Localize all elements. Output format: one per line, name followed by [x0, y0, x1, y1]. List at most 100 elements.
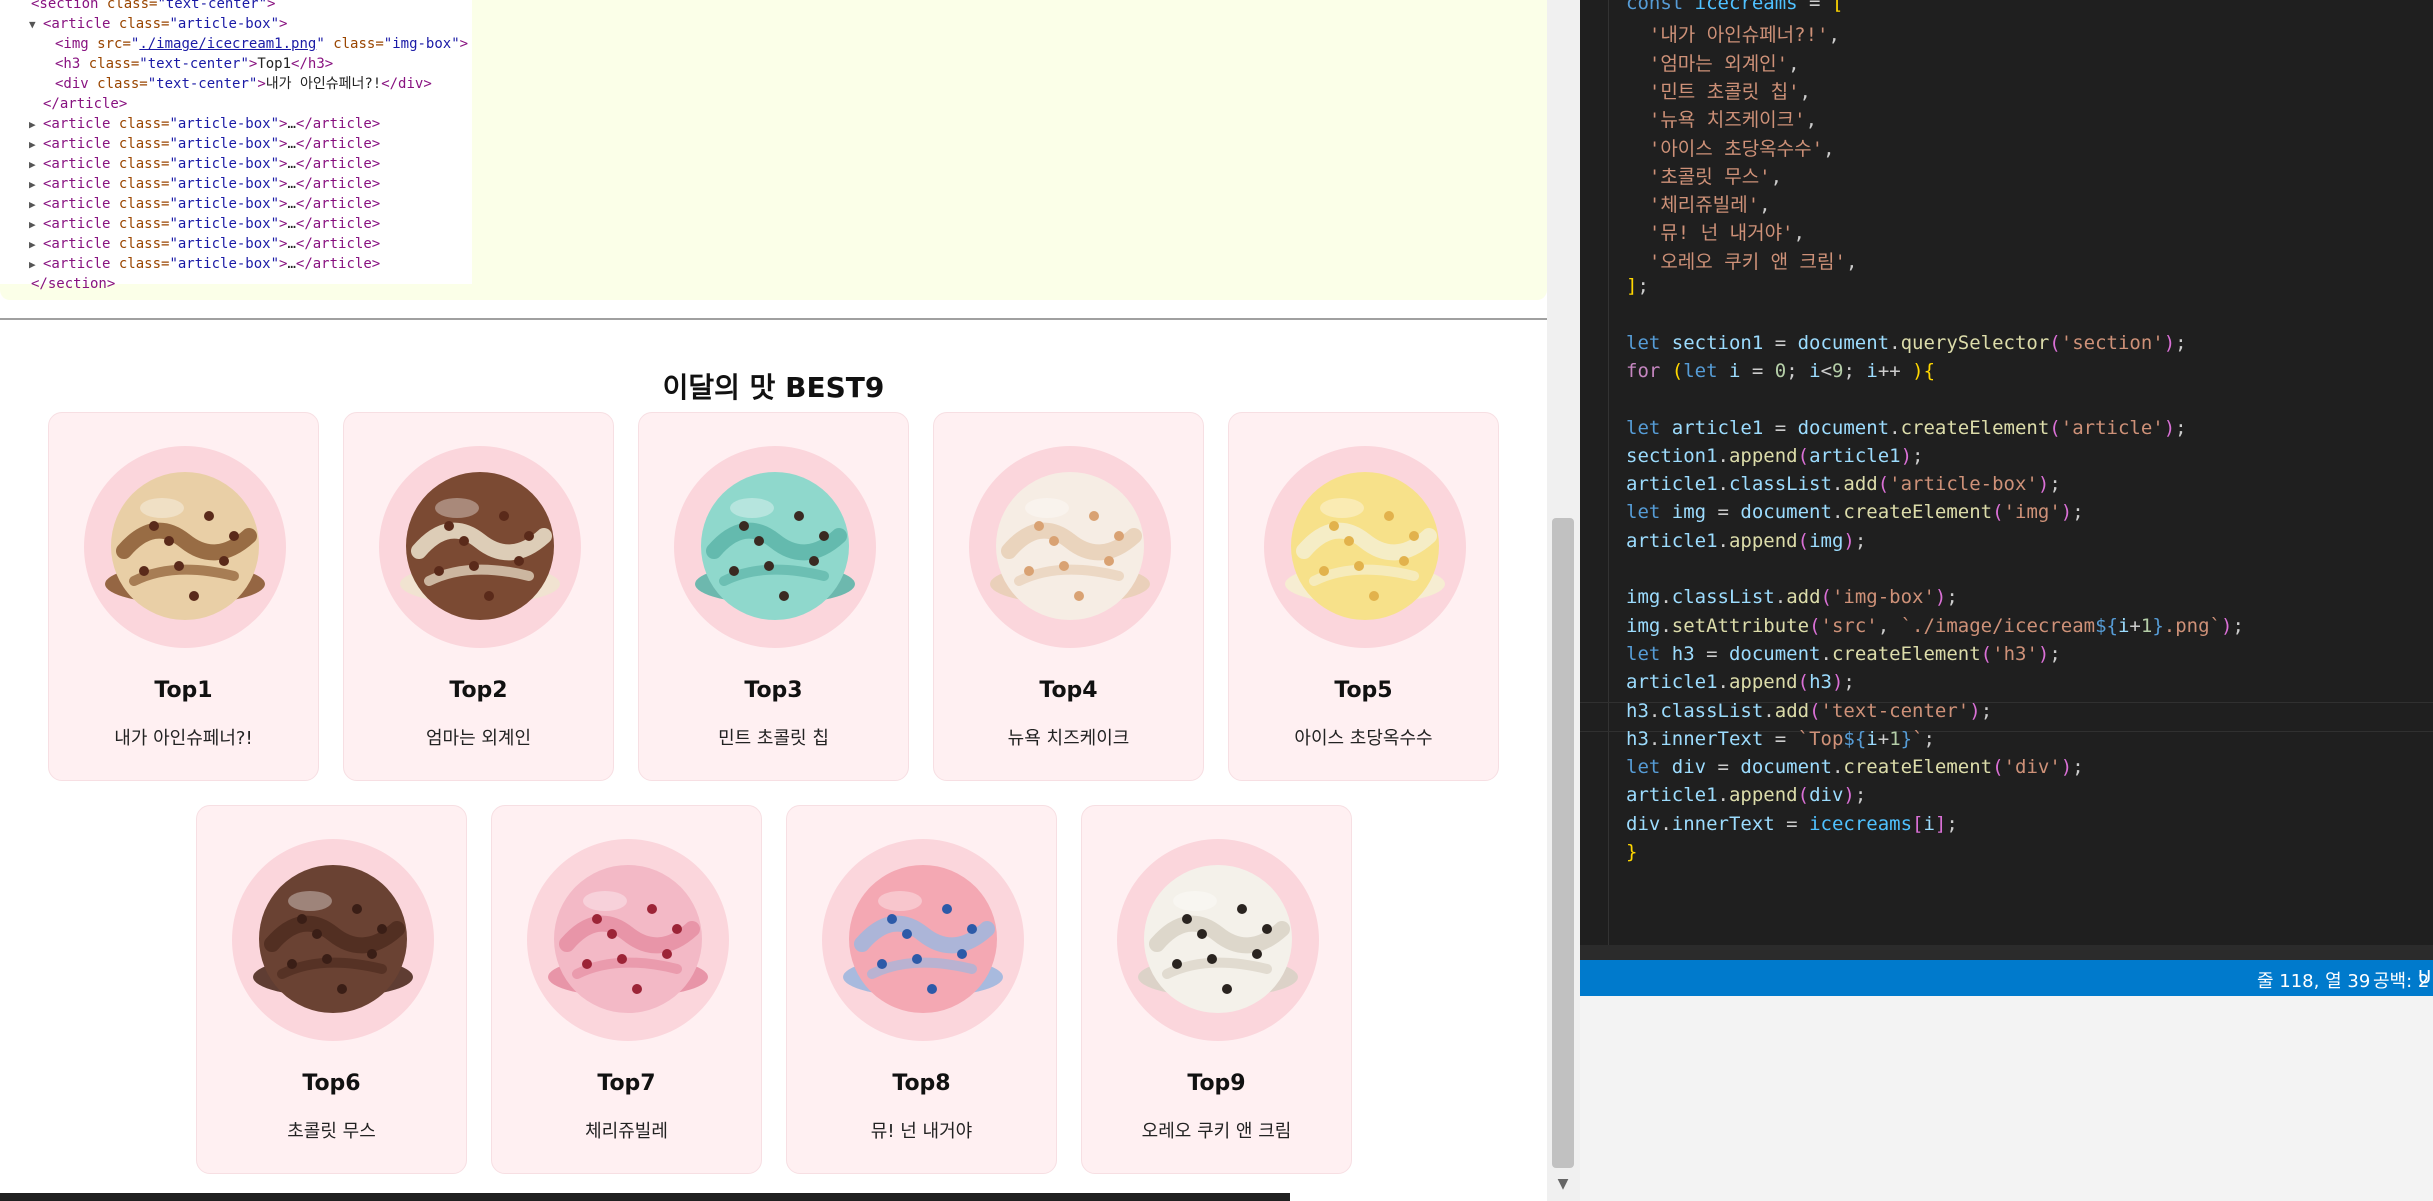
code-token: ( [1671, 359, 1684, 382]
tag-end: </article> [295, 196, 381, 212]
code-line[interactable]: section1.append(article1); [1626, 445, 1923, 467]
code-line[interactable]: let article1 = document.createElement('a… [1626, 417, 2187, 439]
code-line[interactable]: '내가 아인슈페너?!', [1626, 20, 1840, 47]
dom-node-line[interactable]: ▶ <article class="article-box">…</article… [29, 214, 380, 235]
code-line[interactable]: h3.classList.add('text-center'); [1626, 700, 1992, 722]
dom-node-line[interactable]: ▶ <article class="article-box">…</article… [29, 154, 380, 175]
code-line[interactable]: article1.classList.add('article-box'); [1626, 473, 2061, 495]
scroll-down-arrow-icon[interactable]: ▼ [1549, 1172, 1577, 1196]
code-token: . [1660, 812, 1672, 835]
code-token: let [1626, 501, 1672, 524]
icecream-icon [990, 472, 1150, 620]
cursor-position[interactable]: 줄 118, 열 39 [2257, 967, 2370, 993]
code-token: div [1626, 812, 1661, 835]
expand-arrow-icon[interactable]: ▶ [29, 135, 43, 155]
code-line[interactable]: const icecreams = [ [1626, 0, 1843, 14]
code-token: ; [1912, 444, 1924, 467]
flavor-card[interactable]: Top1 내가 아인슈페너?! [48, 412, 319, 781]
expand-arrow-icon[interactable]: ▶ [29, 155, 43, 175]
code-token: const [1626, 0, 1695, 14]
flavor-card[interactable]: Top7 체리쥬빌레 [491, 805, 762, 1174]
flavor-card[interactable]: Top6 초콜릿 무스 [196, 805, 467, 1174]
flavor-card[interactable]: Top8 뮤! 넌 내거야 [786, 805, 1057, 1174]
code-token: article1 [1626, 529, 1718, 552]
editor-horizontal-scrollbar[interactable] [1580, 945, 2433, 960]
dom-node-line[interactable]: <h3 class="text-center">Top1</h3> [55, 54, 333, 74]
attr-name: class= [333, 36, 384, 52]
code-line[interactable]: ]; [1626, 275, 1649, 297]
dom-node-line[interactable]: ▶ <article class="article-box">…</article… [29, 254, 380, 275]
code-line[interactable]: '엄마는 외계인', [1626, 49, 1800, 76]
attr-name: class= [118, 16, 170, 32]
code-token: . [1889, 331, 1901, 354]
code-line[interactable]: '초콜릿 무스', [1626, 162, 1782, 189]
code-line[interactable]: let h3 = document.createElement('h3'); [1626, 643, 2061, 665]
code-line[interactable]: let section1 = document.querySelector('s… [1626, 332, 2187, 354]
code-token: , [1828, 24, 1840, 47]
attr-value: "article-box" [169, 116, 280, 132]
expand-arrow-icon[interactable]: ▶ [29, 115, 43, 135]
dom-node-line[interactable]: <img src="./image/icecream1.png" class="… [55, 34, 468, 54]
code-line[interactable]: h3.innerText = `Top${i+1}`; [1626, 728, 1935, 750]
code-token: classList [1671, 586, 1775, 609]
code-token: document [1740, 501, 1832, 524]
expand-arrow-icon[interactable]: ▶ [29, 235, 43, 255]
code-line[interactable]: '뉴욕 치즈케이크', [1626, 105, 1817, 132]
code-line[interactable]: article1.append(img); [1626, 530, 1866, 552]
dom-node-line[interactable]: <section class="text-center"> [31, 0, 275, 14]
expand-arrow-icon[interactable]: ▶ [29, 215, 43, 235]
attr-name: class= [88, 56, 140, 72]
flavor-card[interactable]: Top4 뉴욕 치즈케이크 [933, 412, 1204, 781]
expand-arrow-icon[interactable]: ▶ [29, 255, 43, 275]
attr-value: "text-center" [139, 56, 249, 72]
code-line[interactable]: img.classList.add('img-box'); [1626, 586, 1958, 608]
code-line[interactable]: '뮤! 넌 내거야', [1626, 218, 1805, 245]
flavor-card[interactable]: Top2 엄마는 외계인 [343, 412, 614, 781]
dom-node-line[interactable]: ▶ <article class="article-box">…</article… [29, 234, 380, 255]
code-line[interactable]: for (let i = 0; i<9; i++ ){ [1626, 360, 1935, 382]
code-line[interactable]: '아이스 초당옥수수', [1626, 134, 1835, 161]
code-line[interactable]: '민트 초콜릿 칩', [1626, 77, 1811, 104]
attr-value: "article-box" [169, 236, 280, 252]
dom-node-line[interactable]: </section> [31, 274, 115, 294]
attr-link[interactable]: ./image/icecream1.png [139, 36, 316, 52]
dom-node-line[interactable]: ▼ <article class="article-box"> [29, 14, 287, 35]
code-line[interactable]: let div = document.createElement('div'); [1626, 756, 2084, 778]
expand-arrow-icon[interactable]: ▼ [29, 15, 43, 35]
code-line[interactable]: div.innerText = icecreams[i]; [1626, 813, 1958, 835]
code-line[interactable]: img.setAttribute('src', `./image/icecrea… [1626, 615, 2244, 637]
flavor-card[interactable]: Top9 오레오 쿠키 앤 크림 [1081, 805, 1352, 1174]
code-token: add [1774, 699, 1810, 722]
encoding[interactable]: U [2418, 967, 2431, 988]
code-line[interactable]: } [1626, 841, 1637, 863]
scrollbar-thumb[interactable] [1552, 518, 1574, 1168]
code-token: ) [1900, 444, 1913, 467]
expand-arrow-icon[interactable]: ▶ [29, 175, 43, 195]
flavor-card[interactable]: Top5 아이스 초당옥수수 [1228, 412, 1499, 781]
code-line[interactable]: let img = document.createElement('img'); [1626, 501, 2084, 523]
code-token: append [1728, 529, 1798, 552]
card-flavor-name: 아이스 초당옥수수 [1294, 728, 1433, 749]
code-line[interactable]: article1.append(div); [1626, 784, 1866, 806]
code-token: ) [2037, 473, 2050, 496]
code-line[interactable]: article1.append(h3); [1626, 671, 1855, 693]
dom-node-line[interactable]: ▶ <article class="article-box">…</article… [29, 134, 380, 155]
code-token: add [1786, 586, 1821, 609]
flavor-card[interactable]: Top3 민트 초콜릿 칩 [638, 412, 909, 781]
dom-node-line[interactable]: </article> [43, 94, 127, 114]
expand-arrow-icon[interactable]: ▶ [29, 195, 43, 215]
tag-end: </div> [381, 76, 432, 92]
code-token: document [1797, 416, 1890, 439]
card-flavor-name: 뉴욕 치즈케이크 [1007, 728, 1130, 749]
code-token: img [1626, 614, 1661, 637]
dom-node-line[interactable]: ▶ <article class="article-box">…</article… [29, 174, 380, 195]
dom-node-line[interactable]: ▶ <article class="article-box">…</article… [29, 194, 380, 215]
attr-name: class= [118, 256, 170, 272]
code-token: section1 [1626, 444, 1718, 467]
dom-node-line[interactable]: <div class="text-center">내가 아인슈페너?!</div… [55, 74, 432, 94]
code-line[interactable]: '오레오 쿠키 앤 크림', [1626, 247, 1858, 274]
code-line[interactable]: '체리쥬빌레', [1626, 190, 1771, 217]
tag-end: </article> [295, 216, 381, 232]
dom-node-line[interactable]: ▶ <article class="article-box">…</article… [29, 114, 380, 135]
code-token: h3 [1626, 699, 1649, 722]
